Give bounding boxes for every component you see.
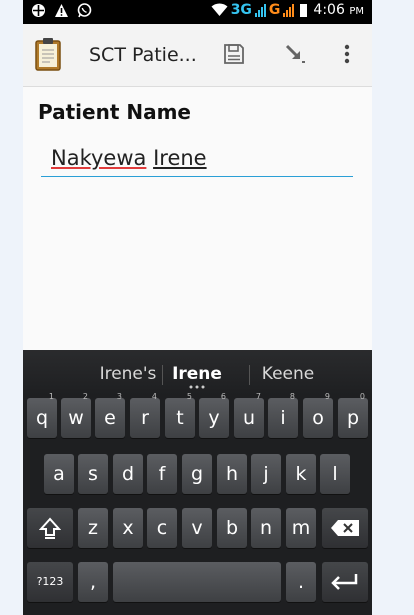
key-c[interactable]: c <box>147 508 177 548</box>
clock: 4:06 PM <box>313 2 364 18</box>
key-m[interactable]: m <box>286 508 316 548</box>
key-hint: 6 <box>220 392 226 401</box>
key-label: o <box>312 407 324 429</box>
action-bar: SCT Patie... <box>23 24 372 87</box>
key-q[interactable]: q1 <box>27 392 57 438</box>
key-r[interactable]: r4 <box>130 392 160 438</box>
key-a[interactable]: a <box>44 454 74 494</box>
overflow-menu-icon[interactable] <box>339 42 355 66</box>
send-icon[interactable] <box>283 42 307 66</box>
wifi-icon <box>211 3 228 16</box>
key-label: y <box>208 407 220 429</box>
shift-icon <box>38 517 62 539</box>
clock-ampm: PM <box>349 6 364 17</box>
whatsapp-icon <box>77 3 92 18</box>
key-h[interactable]: h <box>217 454 247 494</box>
key-label: w <box>68 407 84 429</box>
key-b[interactable]: b <box>217 508 247 548</box>
key-label: r <box>141 407 149 429</box>
enter-icon <box>331 574 358 590</box>
signal-strength-icon <box>254 3 266 17</box>
signal-strength-icon-2 <box>283 3 295 17</box>
key-hint: 1 <box>48 392 54 401</box>
key-hint: 4 <box>151 392 157 401</box>
key-u[interactable]: u7 <box>234 392 264 438</box>
key-hint: 5 <box>186 392 192 401</box>
name-word-2: Irene <box>153 146 207 170</box>
key-hint: 2 <box>82 392 88 401</box>
patient-name-field[interactable]: Nakyewa Irene <box>41 140 353 177</box>
key-label: e <box>104 407 116 429</box>
key-s[interactable]: s <box>78 454 108 494</box>
key-w[interactable]: w2 <box>61 392 91 438</box>
key-e[interactable]: e3 <box>95 392 125 438</box>
clipboard-icon[interactable] <box>35 37 61 71</box>
patient-name-value: Nakyewa Irene <box>51 146 207 170</box>
key-backspace[interactable] <box>322 508 368 548</box>
key-p[interactable]: p0 <box>338 392 368 438</box>
clock-time: 4:06 <box>313 2 345 18</box>
suggestion-3[interactable]: Keene <box>238 364 338 384</box>
key-v[interactable]: v <box>182 508 212 548</box>
key-o[interactable]: o9 <box>303 392 333 438</box>
key-hint: 0 <box>359 392 365 401</box>
key-j[interactable]: j <box>251 454 281 494</box>
patient-name-label: Patient Name <box>38 100 191 124</box>
key-hint: 7 <box>255 392 261 401</box>
key-period[interactable]: . <box>286 562 316 602</box>
soft-keyboard: Irene's Irene Keene q1 w2 e3 r4 t5 y6 u7… <box>23 350 372 615</box>
key-hint: 9 <box>324 392 330 401</box>
key-d[interactable]: d <box>113 454 143 494</box>
key-hint: 8 <box>289 392 295 401</box>
backspace-icon <box>331 520 359 536</box>
key-label: q <box>35 407 49 429</box>
key-label: u <box>242 407 256 429</box>
key-hint: 3 <box>116 392 122 401</box>
key-g[interactable]: g <box>182 454 212 494</box>
key-enter[interactable] <box>322 562 368 602</box>
key-label: i <box>280 407 286 429</box>
key-label: p <box>346 407 360 429</box>
key-label: t <box>176 407 184 429</box>
suggestion-2[interactable]: Irene <box>147 364 247 384</box>
key-comma[interactable]: , <box>78 562 108 602</box>
suggestion-strip: Irene's Irene Keene <box>23 350 372 395</box>
key-t[interactable]: t5 <box>165 392 195 438</box>
key-i[interactable]: i8 <box>268 392 298 438</box>
key-space[interactable] <box>113 562 281 602</box>
key-f[interactable]: f <box>147 454 177 494</box>
phone-screen: 3G G 4:06 PM SCT Patie... Patient Name N… <box>23 0 372 615</box>
network-type-3g: 3G <box>230 2 252 18</box>
app-title: SCT Patie... <box>89 44 197 66</box>
key-shift[interactable] <box>27 508 73 548</box>
save-icon[interactable] <box>222 42 246 66</box>
key-k[interactable]: k <box>286 454 316 494</box>
name-word-1: Nakyewa <box>51 146 147 170</box>
usb-settings-icon <box>32 4 45 17</box>
key-x[interactable]: x <box>113 508 143 548</box>
network-type-g: G <box>268 2 281 18</box>
battery-icon <box>300 3 308 17</box>
key-n[interactable]: n <box>251 508 281 548</box>
key-y[interactable]: y6 <box>199 392 229 438</box>
warning-icon <box>55 4 68 17</box>
status-bar: 3G G 4:06 PM <box>23 0 372 24</box>
key-z[interactable]: z <box>78 508 108 548</box>
key-symbols[interactable]: ?123 <box>27 562 73 602</box>
key-l[interactable]: l <box>320 454 350 494</box>
